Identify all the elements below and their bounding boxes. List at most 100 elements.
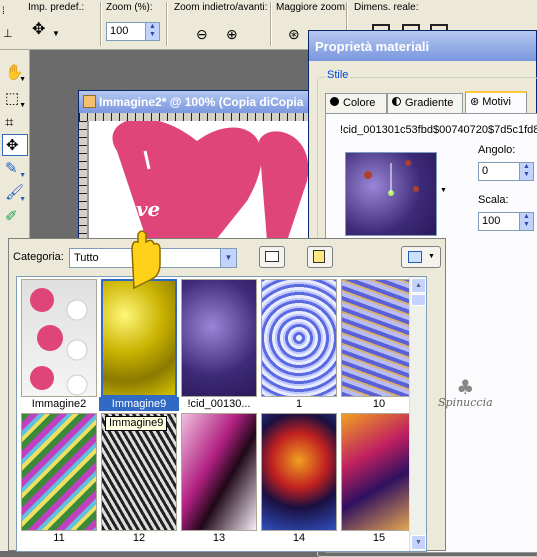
grid-item-label: !cid_00130... xyxy=(187,398,251,410)
move-preset-icon[interactable]: ✥ xyxy=(32,22,45,38)
canvas[interactable]: love xyxy=(87,118,319,251)
grid-item-label: 11 xyxy=(53,532,65,544)
gradient-tab-icon xyxy=(392,97,401,106)
thumbnails-view-icon xyxy=(408,251,422,263)
grid-item[interactable]: 11 xyxy=(19,413,99,545)
thumb-image xyxy=(21,413,97,531)
dialog-title[interactable]: Proprietà materiali xyxy=(309,31,536,61)
watermark: ♣ Spinuccia xyxy=(438,375,493,409)
tab-gradient[interactable]: Gradiente xyxy=(387,93,463,113)
pattern-tab-icon: ⊛ xyxy=(470,96,480,108)
tab-gradient-label: Gradiente xyxy=(405,97,454,109)
category-value: Tutto xyxy=(74,252,99,264)
grid-item[interactable]: Immagine2 xyxy=(19,279,99,411)
thumb-image xyxy=(181,279,257,397)
more-zoom-label: Maggiore zoom: xyxy=(276,2,348,13)
scroll-down-icon[interactable]: ▼ xyxy=(411,535,426,550)
tab-patterns-label: Motivi xyxy=(482,96,511,108)
zoom-in-icon[interactable]: ⊕ xyxy=(226,26,238,42)
thumb-image xyxy=(341,279,417,397)
clone-icon: ✐ xyxy=(5,208,18,225)
dropper-tool[interactable]: ✎ ▼ xyxy=(2,158,28,180)
tab-color-label: Colore xyxy=(343,97,376,109)
chevron-down-icon[interactable]: ▼ xyxy=(220,249,236,267)
tab-color[interactable]: Colore xyxy=(325,93,387,113)
selection-tool[interactable]: ⬚ ▼ xyxy=(2,88,28,110)
pointer-hand-icon xyxy=(131,230,161,290)
zoom-out-icon[interactable]: ⊖ xyxy=(196,26,208,42)
image-window[interactable]: Immagine2* @ 100% (Copia diCopia love xyxy=(78,90,319,251)
copy-icon xyxy=(313,250,325,263)
move-tool[interactable]: ✥ xyxy=(2,134,28,156)
tab-patterns[interactable]: ⊛ Motivi xyxy=(465,91,527,114)
grid-item-label: Immagine9 xyxy=(99,397,179,411)
canvas-image: love xyxy=(87,118,319,251)
image-window-title[interactable]: Immagine2* @ 100% (Copia diCopia xyxy=(79,91,317,113)
vertical-scrollbar[interactable]: ▲ ▼ xyxy=(409,277,426,551)
options-icon xyxy=(265,251,279,262)
view-mode-button[interactable]: ▼ xyxy=(401,246,441,268)
grid-item[interactable]: 13 xyxy=(179,413,259,545)
pin-icon[interactable]: ⊥ xyxy=(3,26,13,42)
thumb-image xyxy=(101,279,177,397)
category-label: Categoria: xyxy=(13,251,64,263)
color-tab-icon xyxy=(330,97,339,106)
thumb-image xyxy=(21,279,97,397)
zoom-label: Zoom (%): xyxy=(106,2,153,13)
scale-spin-arrows-icon[interactable]: ▲ ▼ xyxy=(519,213,533,230)
grid-item[interactable]: 1 xyxy=(259,279,339,411)
resource-options-button[interactable] xyxy=(259,246,285,268)
preset-dropdown-icon[interactable]: ▼ xyxy=(52,26,60,42)
thumb-hearts xyxy=(30,288,88,396)
image-window-title-text: Immagine2* @ 100% (Copia diCopia xyxy=(99,95,304,109)
scale-spinner[interactable]: 100 ▲ ▼ xyxy=(478,212,534,231)
pattern-grid[interactable]: Immagine2 Immagine9 !cid_00130... 1 10 1… xyxy=(16,276,427,552)
thumb-image xyxy=(261,413,337,531)
grid-item-label: 15 xyxy=(372,532,386,544)
clone-tool[interactable]: ✐ xyxy=(2,206,28,228)
zoom-spinner[interactable]: 100 ▲ ▼ xyxy=(106,22,160,41)
toolbar-separator xyxy=(100,2,102,46)
real-size-label: Dimens. reale: xyxy=(354,2,419,13)
crop-tool[interactable]: ⌗ xyxy=(2,112,28,134)
watermark-text: Spinuccia xyxy=(438,396,493,409)
toolbar-separator xyxy=(270,2,272,46)
style-group-label: Stile xyxy=(325,69,351,81)
grid-item-label: 13 xyxy=(212,532,226,544)
angle-spinner[interactable]: 0 ▲ ▼ xyxy=(478,162,534,181)
grid-item-selected[interactable]: Immagine9 xyxy=(99,279,179,411)
grid-item[interactable]: !cid_00130... xyxy=(179,279,259,411)
selection-icon: ⬚ xyxy=(5,90,20,107)
zoom-value: 100 xyxy=(110,25,129,37)
grid-item[interactable]: 15 xyxy=(339,413,419,545)
paint-brush-tool[interactable]: 🖌 ▼ xyxy=(2,182,28,204)
more-zoom-icon[interactable]: ⊛ xyxy=(288,26,300,42)
scroll-thumb[interactable] xyxy=(411,294,426,306)
pan-tool[interactable]: ✋ ▼ xyxy=(2,62,28,84)
angle-label: Angolo: xyxy=(478,144,516,156)
angle-value: 0 xyxy=(482,165,489,177)
scale-value: 100 xyxy=(482,215,501,227)
pattern-dropdown-icon[interactable]: ▼ xyxy=(440,187,447,194)
grid-item-label: 1 xyxy=(295,398,303,410)
crop-icon: ⌗ xyxy=(5,114,14,131)
grid-item-label: Immagine2 xyxy=(31,398,87,410)
canvas-love-text: love xyxy=(115,197,160,221)
grid-item[interactable]: 14 xyxy=(259,413,339,545)
grid-item-label: 12 xyxy=(132,532,146,544)
pattern-name: !cid_001301c53fbd$00740720$7d5c1fd8 xyxy=(340,124,537,136)
grid-item[interactable]: 10 xyxy=(339,279,419,411)
scroll-up-icon[interactable]: ▲ xyxy=(411,278,426,293)
clover-icon: ♣ xyxy=(456,375,475,399)
grid-item[interactable]: 12 xyxy=(99,413,179,545)
resource-browser[interactable]: Categoria: Tutto ▼ ▼ Immagine2 Immagine9 xyxy=(8,238,446,552)
vertical-ruler xyxy=(79,121,87,239)
pattern-preview[interactable] xyxy=(345,152,437,236)
toolbar-grip-icon: ⁞ xyxy=(2,6,5,17)
thumb-image xyxy=(181,413,257,531)
copy-resource-button[interactable] xyxy=(307,246,333,268)
zoom-spin-arrows-icon[interactable]: ▲ ▼ xyxy=(145,23,159,40)
chevron-down-icon: ▼ xyxy=(428,253,435,260)
move-icon: ✥ xyxy=(6,137,19,154)
angle-spin-arrows-icon[interactable]: ▲ ▼ xyxy=(519,163,533,180)
